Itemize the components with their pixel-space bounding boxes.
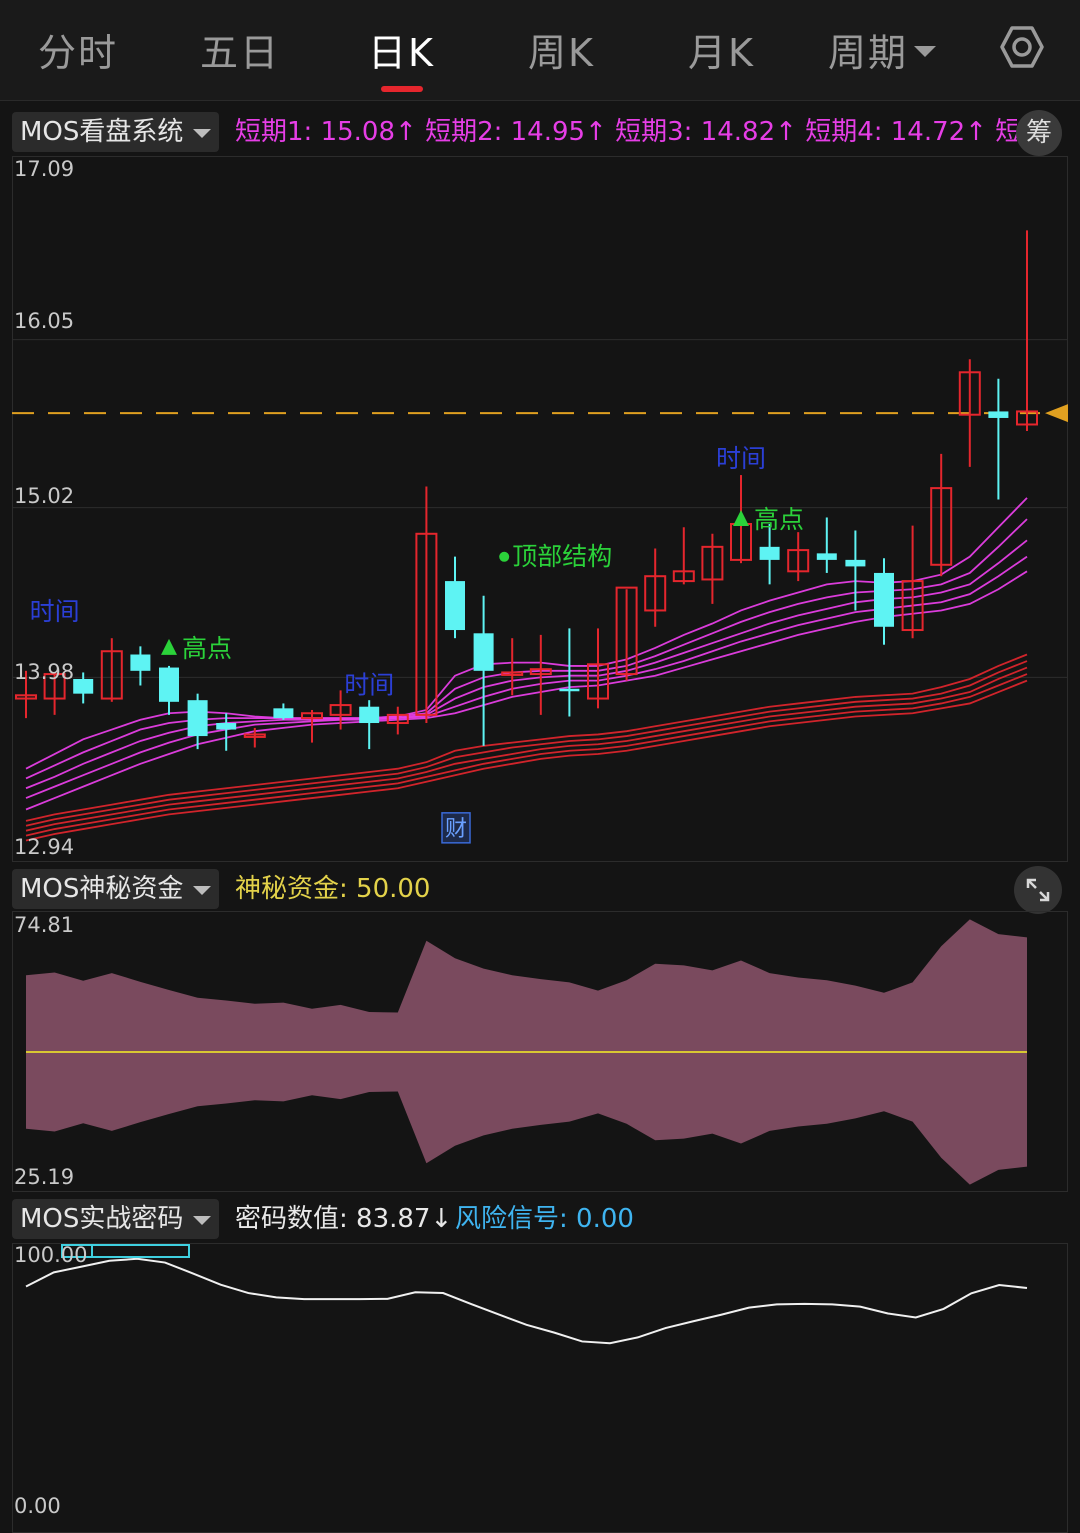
y-axis-label-max: 100.00	[14, 1243, 88, 1267]
risk-signal-legend: 风险信号: 0.00	[455, 1204, 634, 1234]
chevron-down-icon	[193, 886, 212, 895]
legend-item: 短期1: 15.08↑	[235, 117, 417, 147]
code-value-legend: 密码数值: 83.87↓	[235, 1204, 453, 1234]
fund-indicator-label: MOS神秘资金	[20, 874, 184, 904]
y-axis-label: 13.98	[14, 660, 75, 684]
main-indicator-selector[interactable]: MOS看盘系统	[12, 112, 220, 152]
y-axis-label-max: 17.09	[14, 157, 75, 181]
tab-period-label: 周期	[828, 31, 909, 75]
active-tab-indicator	[381, 86, 423, 92]
legend-item: 短期2: 14.95↑	[425, 117, 607, 147]
tab-weekly-k[interactable]: 周K	[528, 22, 595, 77]
legend-item: 短期4: 14.72↑	[805, 117, 987, 147]
tab-monthly-k[interactable]: 月K	[688, 22, 755, 77]
y-axis-label: 16.05	[14, 309, 75, 333]
code-panel[interactable]	[12, 1243, 1068, 1533]
tab-period-dropdown[interactable]: 周期	[828, 22, 937, 77]
chevron-down-icon	[193, 129, 212, 138]
gear-icon[interactable]	[998, 22, 1046, 72]
tab-five-day[interactable]: 五日	[200, 22, 280, 77]
fund-indicator-selector[interactable]: MOS神秘资金	[12, 869, 220, 909]
legend-item: 短期5	[995, 117, 1017, 147]
fund-panel[interactable]	[12, 911, 1068, 1192]
main-indicator-label: MOS看盘系统	[20, 117, 184, 147]
code-indicator-selector[interactable]: MOS实战密码	[12, 1199, 220, 1239]
tab-intraday[interactable]: 分时	[38, 22, 118, 77]
short-ma-legend: 短期1: 15.08↑ 短期2: 14.95↑ 短期3: 14.82↑ 短期4:…	[235, 112, 1017, 152]
code-indicator-label: MOS实战密码	[20, 1204, 184, 1234]
y-axis-label-min: 25.19	[14, 1165, 75, 1189]
tab-daily-k[interactable]: 日K	[368, 22, 435, 77]
expand-icon	[1026, 878, 1050, 902]
fund-legend: 神秘资金: 50.00	[235, 874, 431, 904]
period-tab-bar: 分时 五日 日K 周K 月K 周期	[0, 0, 1080, 101]
expand-button[interactable]	[1014, 866, 1062, 914]
legend-item: 短期3: 14.82↑	[615, 117, 797, 147]
candlestick-panel[interactable]	[12, 156, 1068, 862]
chevron-down-icon	[193, 1216, 212, 1225]
y-axis-label: 15.02	[14, 484, 75, 508]
y-axis-label-min: 12.94	[14, 835, 75, 859]
chip-distribution-button[interactable]: 筹	[1016, 110, 1062, 156]
y-axis-label-max: 74.81	[14, 913, 75, 937]
chevron-down-icon	[914, 46, 937, 57]
y-axis-label-min: 0.00	[14, 1494, 61, 1518]
